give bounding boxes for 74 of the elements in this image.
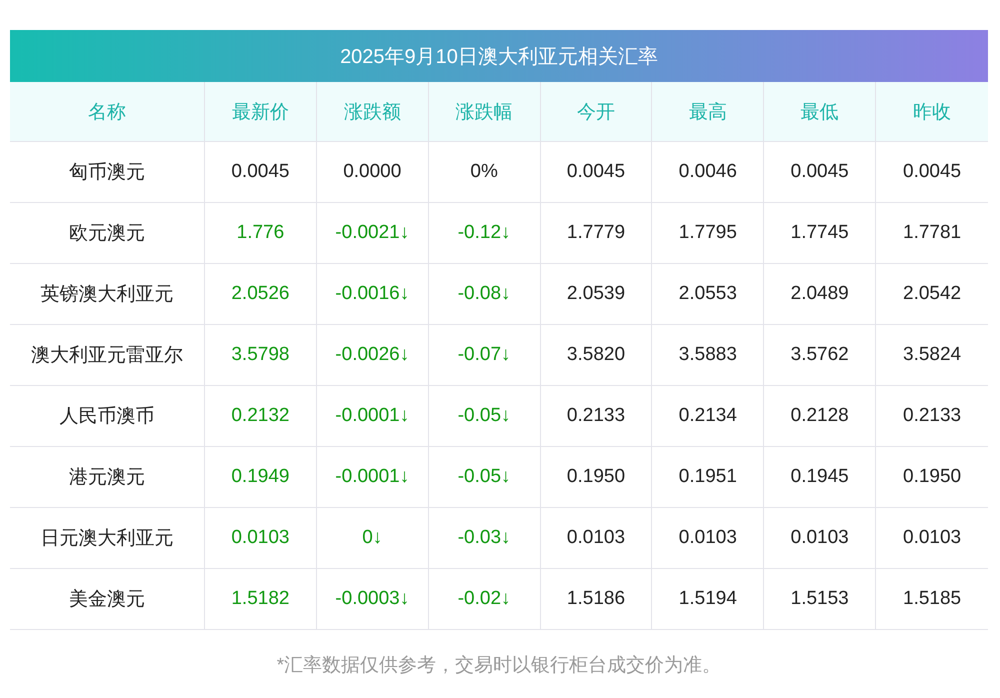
table-cell: 0.0045 <box>205 142 317 203</box>
column-header: 昨收 <box>876 82 988 142</box>
table-cell: 2.0526 <box>205 264 317 325</box>
table-cell: 3.5820 <box>540 325 652 386</box>
table-cell: 日元澳大利亚元 <box>10 508 205 569</box>
column-header: 涨跌额 <box>316 82 429 142</box>
table-cell: 0.2132 <box>205 386 317 447</box>
table-cell: -0.0021↓ <box>316 203 429 264</box>
table-cell: 1.5182 <box>205 569 317 630</box>
table-cell: 0.0000 <box>316 142 429 203</box>
table-cell: 0.2134 <box>652 386 764 447</box>
table-cell: 2.0542 <box>876 264 988 325</box>
table-cell: 2.0553 <box>652 264 764 325</box>
table-cell: 澳大利亚元雷亚尔 <box>10 325 205 386</box>
table-cell: 1.776 <box>205 203 317 264</box>
table-cell: -0.12↓ <box>428 203 541 264</box>
table-cell: 人民币澳币 <box>10 386 205 447</box>
table-cell: 0.0045 <box>764 142 876 203</box>
column-header: 今开 <box>540 82 652 142</box>
table-cell: -0.05↓ <box>428 447 541 508</box>
table-cell: -0.0001↓ <box>316 386 429 447</box>
table-cell: 2.0539 <box>540 264 652 325</box>
table-cell: 0.1950 <box>876 447 988 508</box>
table-cell: 3.5824 <box>876 325 988 386</box>
table-title: 2025年9月10日澳大利亚元相关汇率 <box>10 30 988 82</box>
table-cell: 0.1950 <box>540 447 652 508</box>
table-cell: 0% <box>428 142 541 203</box>
table-cell: 0.0045 <box>876 142 988 203</box>
table-cell: 1.7781 <box>876 203 988 264</box>
table-cell: 欧元澳元 <box>10 203 205 264</box>
table-cell: -0.0001↓ <box>316 447 429 508</box>
table-cell: 0.0046 <box>652 142 764 203</box>
table-cell: 美金澳元 <box>10 569 205 630</box>
column-header: 名称 <box>10 82 205 142</box>
table-cell: -0.03↓ <box>428 508 541 569</box>
table-cell: 0↓ <box>316 508 429 569</box>
table-cell: 0.1945 <box>764 447 876 508</box>
table-cell: -0.02↓ <box>428 569 541 630</box>
table-cell: -0.0026↓ <box>316 325 429 386</box>
table-cell: 1.5153 <box>764 569 876 630</box>
table-cell: 0.1949 <box>205 447 317 508</box>
table-cell: 港元澳元 <box>10 447 205 508</box>
table-cell: 1.5186 <box>540 569 652 630</box>
table-cell: 0.0103 <box>876 508 988 569</box>
disclaimer-note: *汇率数据仅供参考，交易时以银行柜台成交价为准。 <box>276 654 722 678</box>
table-cell: 1.7745 <box>764 203 876 264</box>
table-cell: 1.5185 <box>876 569 988 630</box>
column-header: 涨跌幅 <box>428 82 541 142</box>
table-cell: 3.5762 <box>764 325 876 386</box>
table-cell: 0.0103 <box>764 508 876 569</box>
table-cell: 0.2133 <box>540 386 652 447</box>
table-cell: 3.5798 <box>205 325 317 386</box>
table-cell: -0.0016↓ <box>316 264 429 325</box>
table-cell: 1.5194 <box>652 569 764 630</box>
table-cell: 0.0045 <box>540 142 652 203</box>
table-cell: 1.7795 <box>652 203 764 264</box>
column-header: 最高 <box>652 82 764 142</box>
table-cell: 1.7779 <box>540 203 652 264</box>
table-cell: 0.1951 <box>652 447 764 508</box>
table-cell: 3.5883 <box>652 325 764 386</box>
table-cell: 0.2128 <box>764 386 876 447</box>
table-cell: 英镑澳大利亚元 <box>10 264 205 325</box>
table-cell: 0.0103 <box>652 508 764 569</box>
table-cell: 0.0103 <box>540 508 652 569</box>
column-header: 最新价 <box>205 82 317 142</box>
table-cell: -0.0003↓ <box>316 569 429 630</box>
table-cell: 0.0103 <box>205 508 317 569</box>
table-cell: -0.07↓ <box>428 325 541 386</box>
column-header: 最低 <box>764 82 876 142</box>
table-cell: -0.08↓ <box>428 264 541 325</box>
table-cell: 匈币澳元 <box>10 142 205 203</box>
table-cell: 2.0489 <box>764 264 876 325</box>
table-cell: -0.05↓ <box>428 386 541 447</box>
table-cell: 0.2133 <box>876 386 988 447</box>
